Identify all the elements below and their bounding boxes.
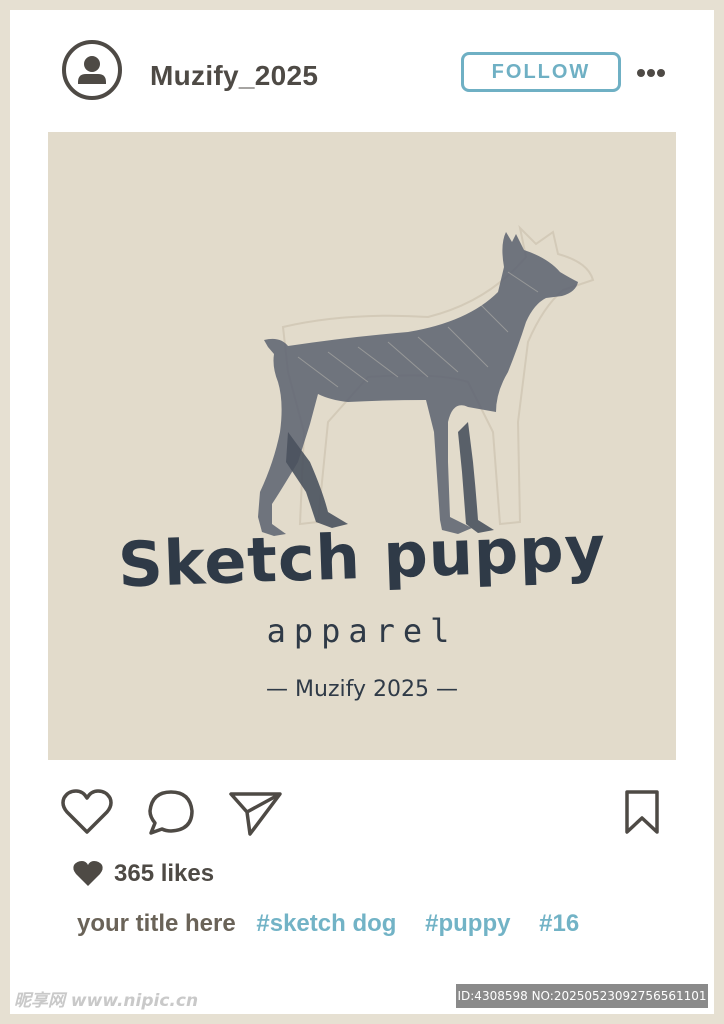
watermark-id: ID:4308598 NO:20250523092756561101 <box>456 984 708 1008</box>
likes-count[interactable]: 365 likes <box>72 860 214 888</box>
post-image[interactable]: Sketch puppy apparel — Muzify 2025 — <box>48 132 676 760</box>
caption-title: your title here <box>77 910 236 937</box>
comment-icon[interactable] <box>146 788 196 838</box>
hashtag[interactable]: #16 <box>539 910 579 937</box>
post-caption: your title here #sketch dog #puppy #16 <box>77 910 601 938</box>
post-card: Muzify_2025 FOLLOW Sketch puppy apparel … <box>10 10 714 1014</box>
heart-icon[interactable] <box>60 788 114 836</box>
user-avatar-icon[interactable] <box>62 40 122 100</box>
more-options-icon[interactable] <box>636 66 666 78</box>
dog-sketch-illustration <box>258 224 595 536</box>
username[interactable]: Muzify_2025 <box>150 60 318 92</box>
image-brand-subtitle: apparel <box>266 612 458 650</box>
watermark-site: 昵享网 www.nipic.cn <box>14 991 199 1011</box>
follow-button[interactable]: FOLLOW <box>461 52 621 92</box>
likes-text: 365 likes <box>114 860 215 887</box>
send-icon[interactable] <box>228 788 284 838</box>
image-brand-credit: — Muzify 2025 — <box>266 677 458 702</box>
heart-filled-icon <box>73 861 103 886</box>
bookmark-icon[interactable] <box>622 788 662 836</box>
hashtag[interactable]: #sketch dog <box>256 910 396 937</box>
hashtag[interactable]: #puppy <box>425 910 510 937</box>
